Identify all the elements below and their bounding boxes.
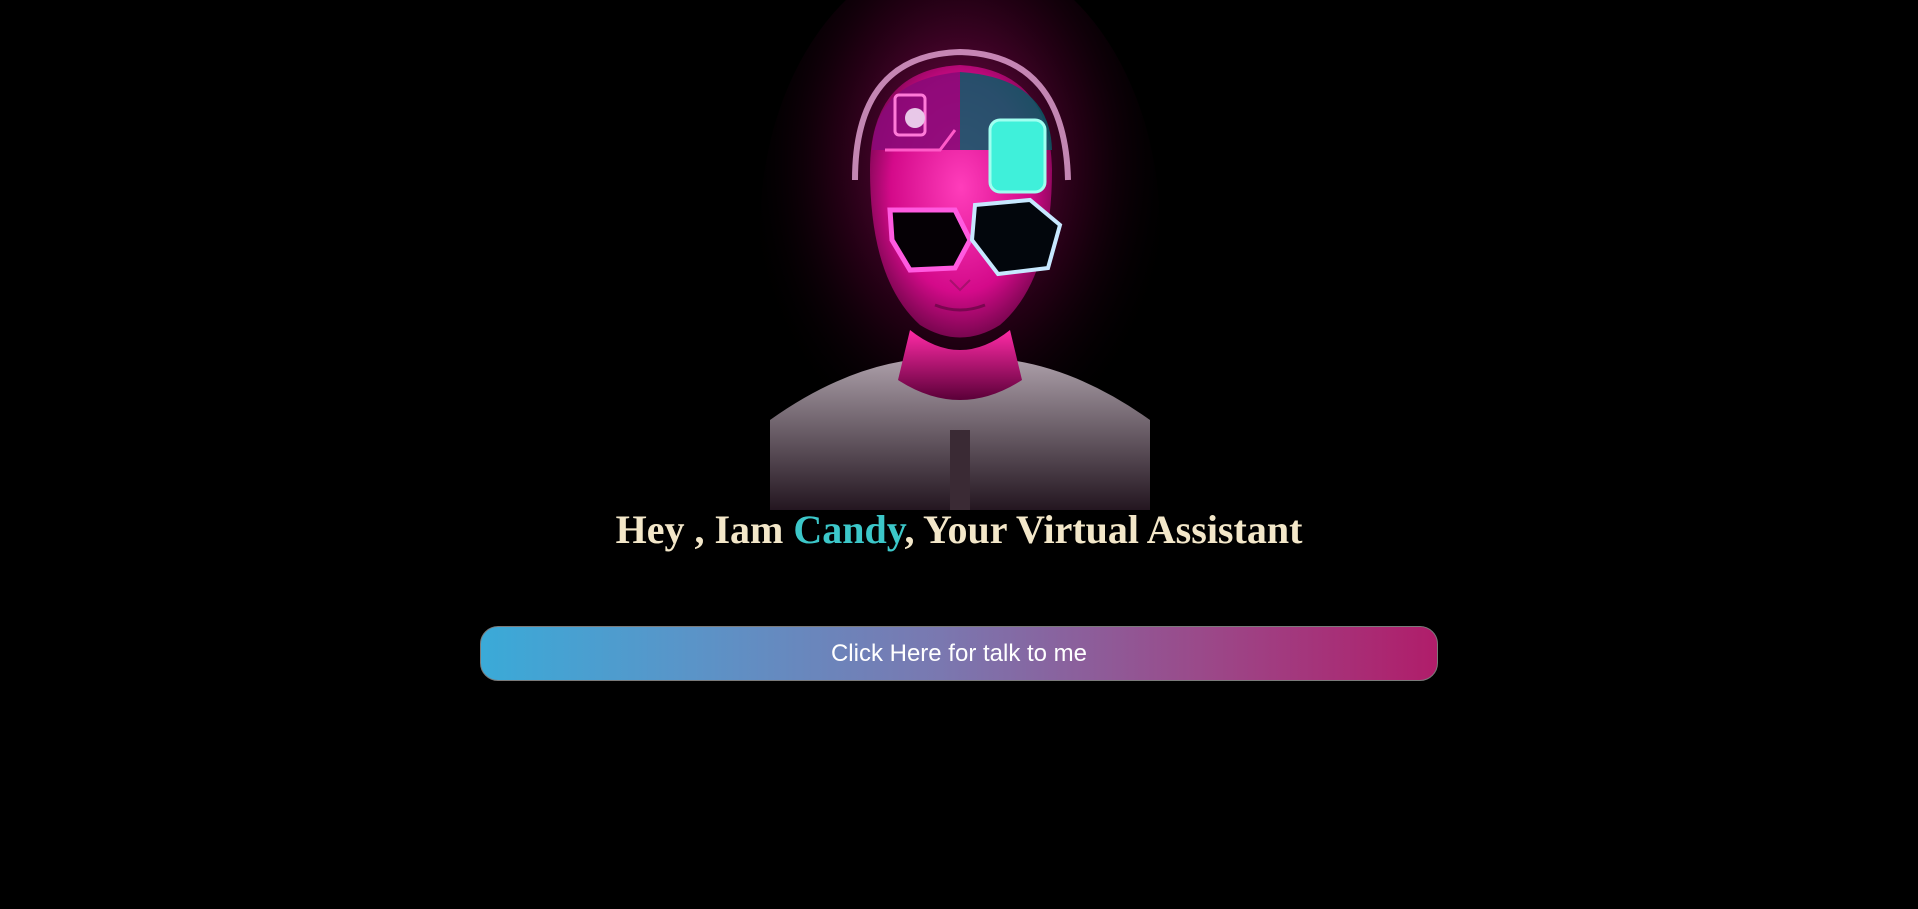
assistant-avatar-image — [760, 0, 1160, 510]
greeting-prefix: Hey , Iam — [615, 507, 794, 552]
greeting-suffix: , Your Virtual Assistant — [904, 507, 1303, 552]
landing-page: Hey , Iam Candy, Your Virtual Assistant … — [0, 0, 1918, 909]
assistant-name: Candy — [793, 507, 905, 552]
talk-to-me-button[interactable]: Click Here for talk to me — [480, 626, 1438, 681]
greeting-heading: Hey , Iam Candy, Your Virtual Assistant — [0, 506, 1918, 553]
